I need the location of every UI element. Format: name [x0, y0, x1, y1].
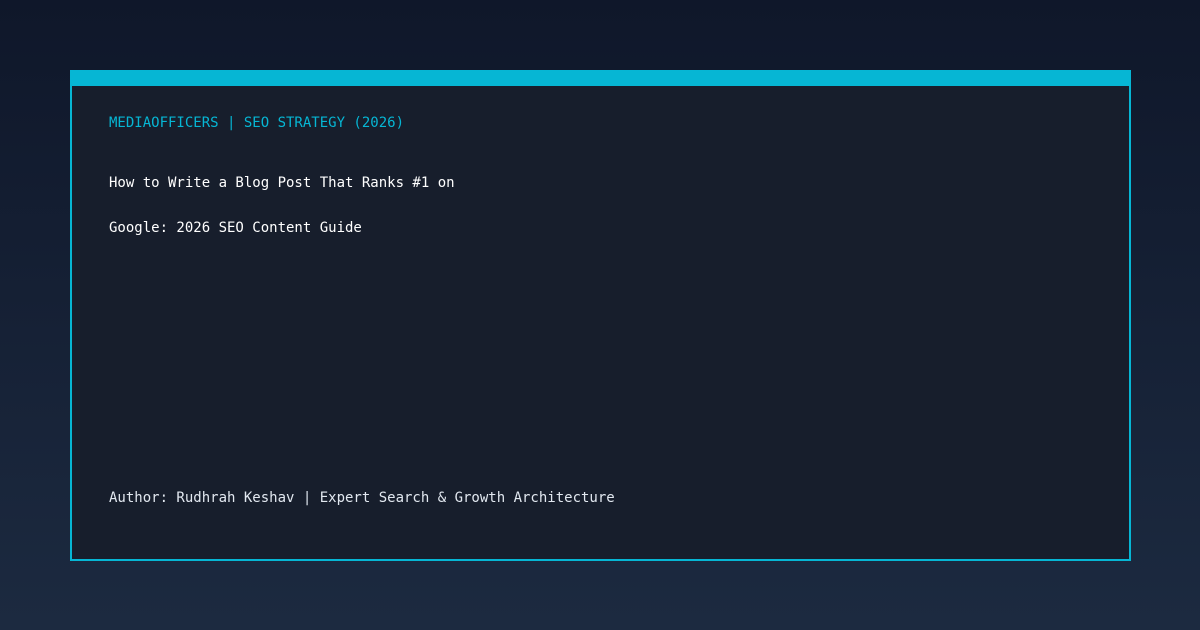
article-title-line-1: How to Write a Blog Post That Ranks #1 o…: [109, 175, 455, 191]
social-preview-card: MEDIAOFFICERS | SEO STRATEGY (2026) How …: [70, 70, 1131, 561]
accent-top-bar: [70, 70, 1131, 86]
category-kicker: MEDIAOFFICERS | SEO STRATEGY (2026): [109, 115, 405, 131]
author-byline: Author: Rudhrah Keshav | Expert Search &…: [109, 490, 615, 506]
article-title-line-2: Google: 2026 SEO Content Guide: [109, 220, 362, 236]
